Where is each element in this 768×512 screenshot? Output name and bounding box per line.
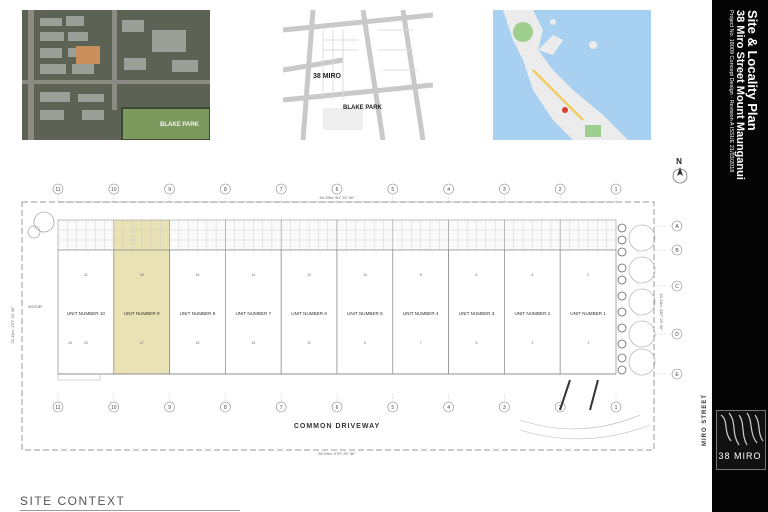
shrub-column — [617, 223, 627, 375]
grid-marker-label: 11 — [55, 405, 60, 411]
project-logo — [716, 410, 766, 470]
bottom-dimension: 50.29m, 270° 20' 30" — [318, 451, 356, 456]
room-number: 13 — [251, 341, 255, 345]
room-number: 14 — [251, 273, 255, 277]
room-number: 6 — [476, 273, 478, 277]
sheet-subtitle: 38 Miro Street Mount Maunganui — [734, 10, 746, 180]
grid-markers-bottom: 1110987654321 — [52, 394, 622, 413]
locality-map-image — [493, 10, 651, 140]
aerial-photo-image — [22, 10, 210, 140]
unit-label: UNIT NUMBER 4 — [403, 311, 439, 316]
deck-strip — [57, 219, 617, 251]
north-arrow: N — [672, 157, 688, 184]
room-number: 11 — [307, 341, 311, 345]
unit-label: UNIT NUMBER 9 — [124, 311, 160, 316]
unit-label: UNIT NUMBER 8 — [180, 311, 216, 316]
grid-marker-label: 3 — [503, 405, 506, 411]
room-number: 3 — [531, 341, 533, 345]
driveway-entry-markings — [559, 379, 599, 411]
site-context-heading: SITE CONTEXT — [20, 494, 126, 508]
project-info: Project No. 18009 Concept Design - Revis… — [728, 10, 734, 173]
title-block: Site & Locality Plan 38 Miro Street Moun… — [728, 10, 760, 180]
room-number: 20 — [84, 341, 88, 345]
room-number: 7 — [420, 341, 422, 345]
tree-icon — [628, 288, 656, 316]
right-dimension: 20.12m, 350° 20' 30" — [659, 293, 664, 331]
tree-icon — [628, 320, 656, 348]
grid-marker-label: 8 — [224, 405, 227, 411]
driveway-label: COMMON DRIVEWAY — [294, 423, 380, 430]
street-map-park-label: BLAKE PARK — [343, 105, 382, 111]
site-plan: 50.29m, 90° 20' 30" 20.12m, 170° 20' 30"… — [10, 157, 708, 456]
grid-marker-label: 10 — [111, 405, 117, 411]
logo-pattern — [720, 412, 764, 446]
room-number: 10 — [363, 273, 367, 277]
room-number: 12 — [307, 273, 311, 277]
tree-icon — [628, 224, 656, 252]
left-dimension: 20.12m, 170° 20' 30" — [10, 306, 15, 344]
tree-icon — [27, 225, 41, 239]
tree-row — [628, 224, 656, 376]
heading-underline — [20, 510, 240, 511]
room-number: 8 — [420, 273, 422, 277]
room-number: 1 — [587, 341, 589, 345]
room-number: 15 — [196, 341, 200, 345]
room-number: 16 — [196, 273, 200, 277]
room-number: 17 — [140, 341, 144, 345]
unit-label: UNIT NUMBER 3 — [459, 311, 495, 316]
room-number: 9 — [364, 341, 366, 345]
grid-marker-label: 4 — [447, 405, 450, 411]
grid-marker-label: 10 — [111, 187, 117, 193]
room-number: 19 — [68, 341, 72, 345]
logo-text: 38 MIRO — [718, 451, 762, 461]
street-map-image — [283, 10, 433, 140]
room-number: 18 — [140, 273, 144, 277]
visitor-label: VISITOR — [28, 305, 42, 309]
room-number: 2 — [587, 273, 589, 277]
street-label: MIRO STREET — [702, 394, 708, 446]
aerial-photo: BLAKE PARK — [22, 10, 210, 140]
grid-marker-label: 5 — [391, 187, 394, 193]
grid-marker-label: 6 — [336, 405, 339, 411]
grid-marker-label: 6 — [336, 187, 339, 193]
grid-marker-label: 7 — [280, 405, 283, 411]
turning-path — [519, 414, 641, 430]
unit-label: UNIT NUMBER 10 — [67, 311, 106, 316]
room-number: 4 — [531, 273, 533, 277]
grid-marker-label: D — [675, 332, 679, 338]
grid-marker-label: 4 — [447, 187, 450, 193]
tree-icon — [628, 348, 656, 376]
street-map: 38 MIRO BLAKE PARK — [283, 10, 433, 140]
north-label: N — [676, 157, 682, 166]
aerial-park-label: BLAKE PARK — [160, 122, 199, 128]
locality-map — [493, 10, 651, 140]
tree-icon — [628, 256, 656, 284]
unit-label: UNIT NUMBER 6 — [291, 311, 327, 316]
grid-marker-label: 7 — [280, 187, 283, 193]
grid-marker-label: 1 — [615, 405, 618, 411]
top-dimension: 50.29m, 90° 20' 30" — [320, 195, 355, 200]
grid-marker-label: 5 — [391, 405, 394, 411]
grid-marker-label: C — [675, 284, 679, 290]
grid-marker-label: 2 — [559, 187, 562, 193]
grid-marker-label: 9 — [168, 405, 171, 411]
unit-label: UNIT NUMBER 7 — [235, 311, 271, 316]
grid-marker-label: 8 — [224, 187, 227, 193]
turning-path — [519, 424, 651, 440]
grid-marker-label: 1 — [615, 187, 618, 193]
sheet-title: Site & Locality Plan — [745, 10, 760, 131]
room-number: 5 — [476, 341, 478, 345]
tree-icon — [33, 211, 55, 233]
unit-block: UNIT NUMBER 10212019UNIT NUMBER 91817UNI… — [57, 249, 617, 381]
grid-marker-label: 11 — [55, 187, 60, 193]
unit-label: UNIT NUMBER 1 — [570, 311, 606, 316]
unit-label: UNIT NUMBER 5 — [347, 311, 383, 316]
room-number: 21 — [84, 273, 88, 277]
unit-label: UNIT NUMBER 2 — [514, 311, 550, 316]
grid-marker-label: 3 — [503, 187, 506, 193]
street-map-site-label: 38 MIRO — [313, 73, 342, 80]
grid-marker-label: 9 — [168, 187, 171, 193]
